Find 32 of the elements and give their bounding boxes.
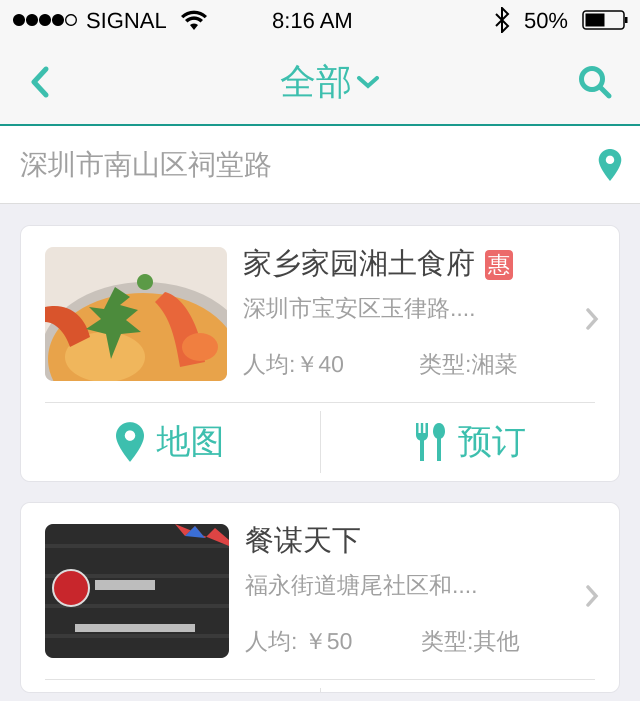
battery-percentage: 50% [524,6,568,34]
restaurant-card[interactable]: 家乡家园湘土食府 惠 深圳市宝安区玉律路.... 人均:￥40 类型:湘菜 地图 预订 [20,225,620,482]
signal-strength-icon [12,13,78,27]
average-price: 人均:￥40 [243,350,345,378]
map-button[interactable]: 地图 [21,411,320,473]
locate-button[interactable] [598,148,622,180]
restaurant-address: 深圳市宝安区玉律路.... [243,294,477,323]
discount-badge: 惠 [485,250,513,280]
fork-spoon-icon [414,423,446,461]
restaurant-name: 餐谋天下 [245,524,361,560]
booking-button[interactable]: 预订 [320,411,619,473]
average-price: 人均: ￥50 [245,626,354,656]
restaurant-address: 福永街道塘尾社区和.... [245,570,479,600]
battery-icon [582,10,628,30]
category-dropdown[interactable]: 全部 [252,55,380,109]
current-address: 深圳市南山区祠堂路 [20,148,273,182]
clock-time: 8:16 AM [272,6,353,34]
cuisine-type: 类型:其他 [421,626,520,656]
chevron-down-icon [356,75,380,89]
search-button[interactable] [578,64,614,100]
location-pin-icon [598,148,622,180]
cuisine-type: 类型:湘菜 [419,350,518,378]
restaurant-card[interactable]: 餐谋天下 福永街道塘尾社区和.... 人均: ￥50 类型:其他 [20,502,620,693]
back-icon [30,66,50,98]
carrier-name: SIGNAL [86,6,167,34]
search-icon [578,65,612,99]
chevron-right-icon [585,584,599,608]
bluetooth-icon [494,7,510,33]
restaurant-name: 家乡家园湘土食府 [243,247,475,282]
wifi-icon [180,10,207,30]
location-pin-icon [116,422,144,462]
chevron-right-icon [585,307,599,331]
